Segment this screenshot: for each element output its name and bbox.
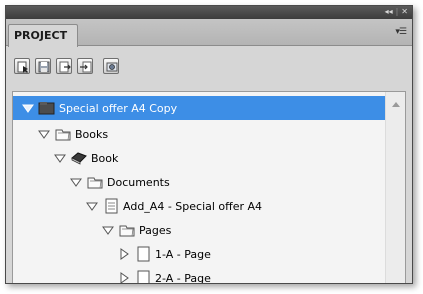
import-icon[interactable] — [77, 58, 93, 74]
tree-item-label: Special offer A4 Copy — [59, 101, 178, 115]
project-folder-icon — [38, 102, 55, 115]
save-icon[interactable] — [35, 58, 51, 74]
expanded-triangle-icon[interactable] — [53, 152, 67, 164]
folder-icon — [55, 129, 71, 141]
project-tree: Special offer A4 Copy Books Book Documen… — [12, 91, 406, 284]
divider: | — [395, 7, 399, 16]
tree-item-books[interactable]: Books — [13, 122, 385, 146]
page-icon — [137, 270, 150, 283]
tree-item-page-2a[interactable]: 2-A - Page — [13, 266, 385, 284]
book-icon — [71, 152, 87, 165]
folder-icon — [119, 225, 135, 237]
tree-item-pages[interactable]: Pages — [13, 218, 385, 242]
tree-item-special-offer[interactable]: Special offer A4 Copy — [13, 96, 385, 120]
panel-menu-icon[interactable]: ▾☰ — [395, 27, 407, 37]
expanded-triangle-icon[interactable] — [69, 176, 83, 188]
tree-item-documents[interactable]: Documents — [13, 170, 385, 194]
expanded-triangle-icon[interactable] — [85, 200, 99, 212]
document-icon — [105, 198, 118, 214]
tree-item-label: Book — [91, 151, 119, 165]
toolbar — [6, 47, 412, 87]
expanded-triangle-icon[interactable] — [37, 128, 51, 140]
collapsed-triangle-icon[interactable] — [117, 272, 131, 284]
panel-title-bar: ◂◂ | ✕ — [6, 6, 412, 19]
tree-item-label: 2-A - Page — [155, 271, 211, 284]
vertical-scrollbar[interactable] — [385, 92, 405, 283]
tree-item-book[interactable]: Book — [13, 146, 385, 170]
collapse-panel-button[interactable]: ◂◂ — [385, 7, 393, 17]
tree-item-label: Add_A4 - Special offer A4 — [123, 199, 263, 213]
collapsed-triangle-icon[interactable] — [117, 248, 131, 260]
expanded-triangle-icon[interactable] — [101, 224, 115, 236]
scroll-up-arrow-icon[interactable] — [392, 102, 400, 107]
tree-item-label: Books — [75, 127, 109, 141]
tab-row: PROJECT ▾☰ — [6, 19, 412, 47]
folder-icon — [87, 177, 103, 189]
expanded-triangle-icon[interactable] — [21, 102, 35, 114]
project-panel: ◂◂ | ✕ PROJECT ▾☰ Special offer A4 Copy … — [5, 5, 413, 284]
export-icon[interactable] — [56, 58, 72, 74]
settings-icon[interactable] — [103, 58, 119, 74]
tree-item-label: 1-A - Page — [155, 247, 211, 261]
tree-item-label: Documents — [107, 175, 170, 189]
tab-project[interactable]: PROJECT — [8, 24, 78, 47]
select-page-icon[interactable] — [14, 58, 30, 74]
tree-item-label: Pages — [139, 223, 172, 237]
tree-item-page-1a[interactable]: 1-A - Page — [13, 242, 385, 266]
page-icon — [137, 246, 150, 262]
close-icon[interactable]: ✕ — [401, 7, 408, 17]
tree-item-add-a4[interactable]: Add_A4 - Special offer A4 — [13, 194, 385, 218]
